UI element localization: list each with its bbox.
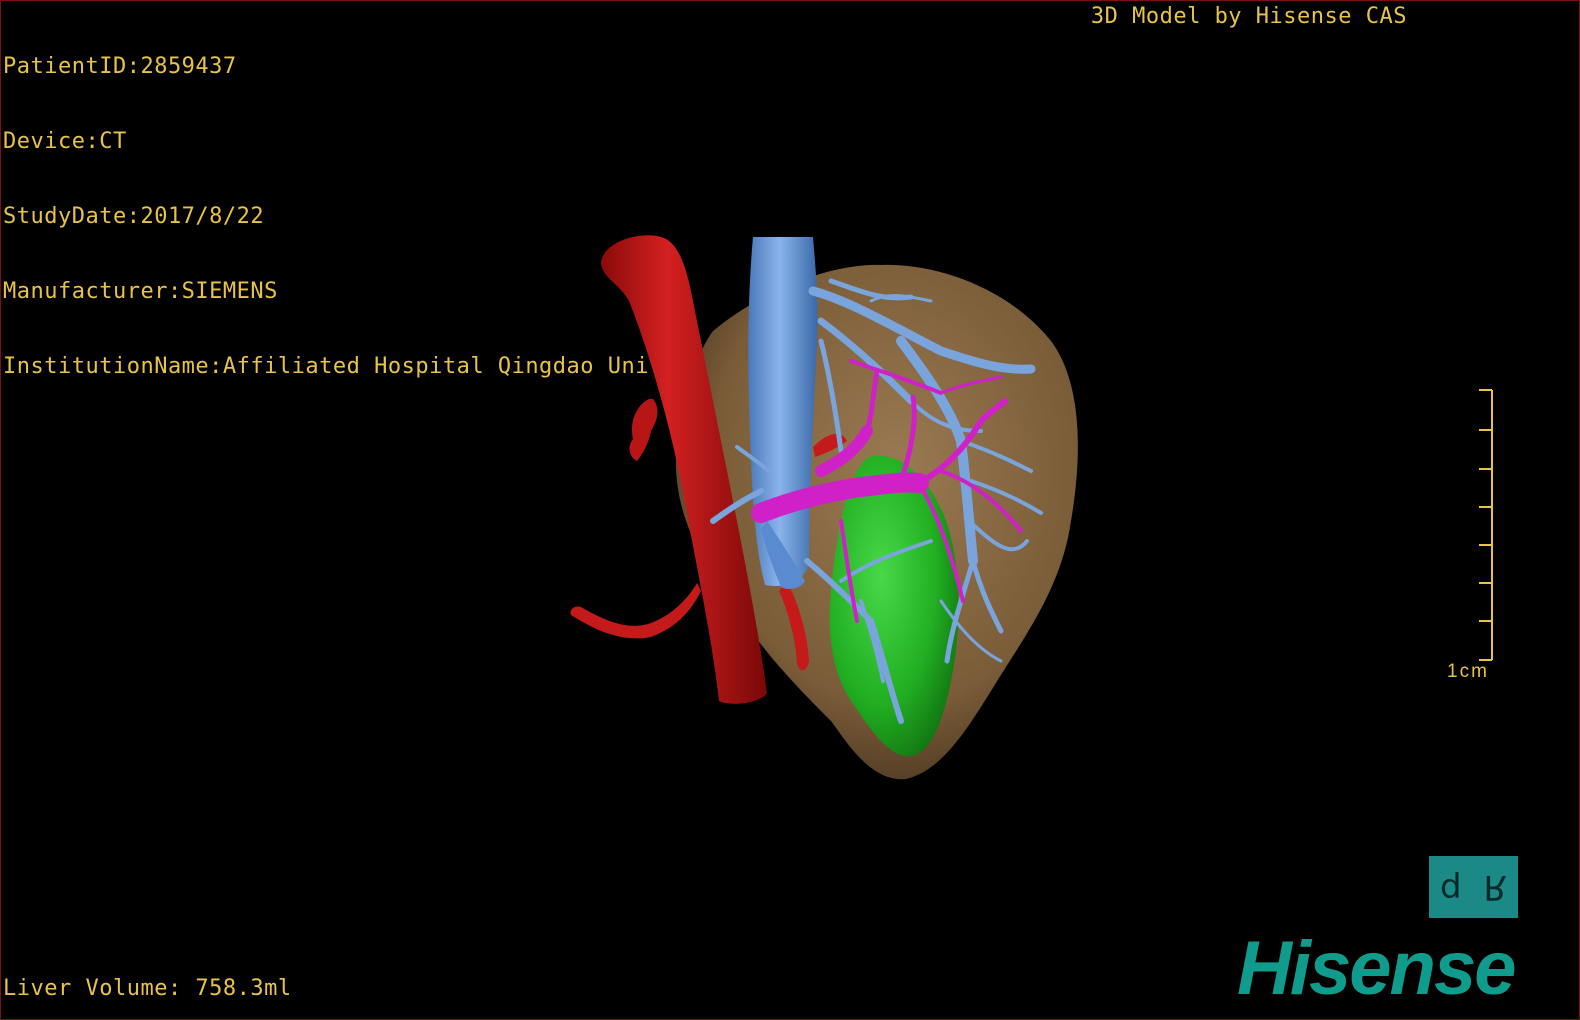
scale-bar-label: 1cm xyxy=(1447,661,1489,682)
3d-viewport[interactable]: PatientID:2859437 Device:CT StudyDate:20… xyxy=(0,0,1580,1020)
inferior-vena-cava xyxy=(748,237,818,586)
artery-branch-lower xyxy=(570,583,701,639)
orientation-face-left[interactable]: d xyxy=(1440,870,1462,904)
liver-3d-model[interactable] xyxy=(1,1,1579,1019)
artery-branch-left xyxy=(629,399,658,461)
orientation-cube[interactable]: d R xyxy=(1429,856,1518,918)
scale-bar xyxy=(1479,389,1493,661)
liver-volume-text: Liver Volume: 758.3ml xyxy=(3,976,292,1001)
orientation-face-right[interactable]: R xyxy=(1483,867,1507,907)
hisense-logo: Hisense xyxy=(1237,926,1516,1011)
